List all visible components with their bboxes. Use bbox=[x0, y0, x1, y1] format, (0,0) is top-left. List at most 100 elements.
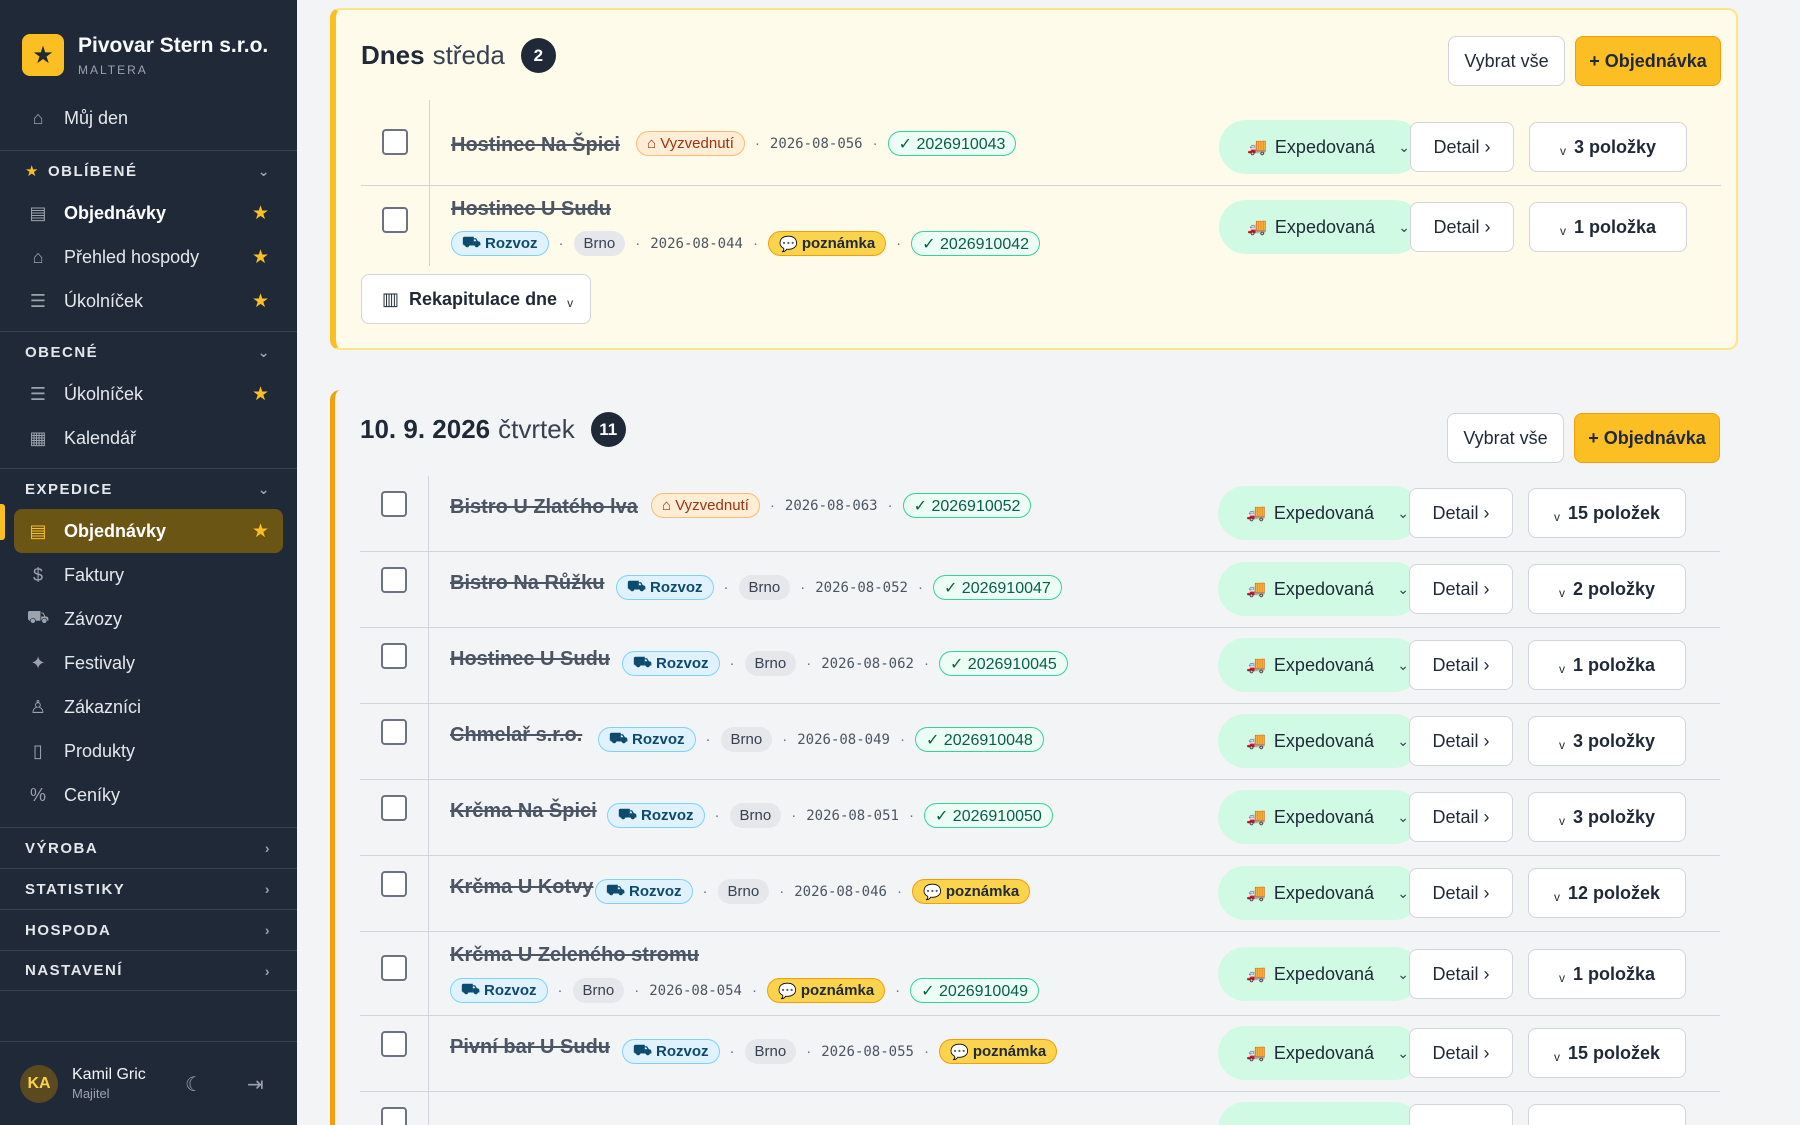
items-toggle[interactable]: v 15 položek bbox=[1528, 488, 1686, 538]
section-statistics[interactable]: STATISTIKY › bbox=[0, 868, 297, 909]
section-settings[interactable]: NASTAVENÍ › bbox=[0, 950, 297, 991]
new-order-button[interactable]: + Objednávka bbox=[1574, 413, 1720, 463]
status-select[interactable]: 🚚 Expedovaná ⌄ bbox=[1219, 120, 1422, 174]
items-toggle[interactable]: v 3 položky bbox=[1528, 792, 1686, 842]
order-checkbox[interactable] bbox=[382, 207, 408, 233]
status-select[interactable]: 🚚 Expedovaná ⌄ bbox=[1218, 562, 1421, 616]
customer-name[interactable]: Hostinec U Sudu bbox=[451, 198, 611, 221]
section-favorites[interactable]: ★ OBLÍBENÉ ⌄ bbox=[0, 150, 297, 191]
order-checkbox[interactable] bbox=[381, 795, 407, 821]
order-checkbox[interactable] bbox=[381, 491, 407, 517]
customer-name[interactable]: Krčma Na Špici bbox=[450, 800, 597, 823]
items-toggle[interactable]: v 2 položky bbox=[1528, 564, 1686, 614]
day-recap-button[interactable]: ▥ Rekapitulace dne v bbox=[361, 274, 591, 324]
note-badge[interactable]: 💬 poznámka bbox=[766, 978, 886, 1003]
status-select[interactable]: 🚚 Expedovaná ⌄ bbox=[1218, 1026, 1421, 1080]
items-toggle[interactable]: v 15 položek bbox=[1528, 1028, 1686, 1078]
customer-name[interactable]: Krčma U Kotvy bbox=[450, 876, 593, 899]
nav-my-day[interactable]: ⌂ Můj den bbox=[14, 96, 283, 140]
note-badge[interactable]: 💬 poznámka bbox=[911, 879, 1031, 904]
order-checkbox[interactable] bbox=[381, 1031, 407, 1057]
invoice-badge[interactable]: ✓ 2026910050 bbox=[923, 803, 1053, 828]
section-general[interactable]: OBECNÉ ⌄ bbox=[0, 331, 297, 372]
items-toggle[interactable]: v 3 položky bbox=[1528, 716, 1686, 766]
order-checkbox[interactable] bbox=[381, 643, 407, 669]
order-checkbox[interactable] bbox=[381, 955, 407, 981]
status-select[interactable] bbox=[1218, 1102, 1421, 1125]
invoice-badge[interactable]: ✓ 2026910043 bbox=[887, 131, 1017, 156]
customer-name[interactable]: Chmelař s.r.o. bbox=[450, 724, 582, 747]
nav-tasks[interactable]: ☰ Úkolníček ★ bbox=[14, 372, 283, 416]
detail-button[interactable]: Detail › bbox=[1410, 202, 1514, 252]
select-all-button[interactable]: Vybrat vše bbox=[1448, 36, 1565, 86]
logout-icon[interactable]: ⇥ bbox=[247, 1072, 264, 1097]
detail-button[interactable]: Detail › bbox=[1409, 488, 1513, 538]
customer-name[interactable]: Bistro U Zlatého lva bbox=[450, 496, 638, 519]
brand[interactable]: ★ Pivovar Stern s.r.o. MALTERA bbox=[0, 0, 297, 88]
avatar[interactable]: KA bbox=[20, 1064, 58, 1103]
invoice-badge[interactable]: ✓ 2026910048 bbox=[914, 727, 1044, 752]
detail-button[interactable]: Detail › bbox=[1409, 1028, 1513, 1078]
items-toggle[interactable]: v 1 položka bbox=[1528, 949, 1686, 999]
invoice-badge[interactable]: ✓ 2026910042 bbox=[911, 231, 1041, 256]
section-pub[interactable]: HOSPODA › bbox=[0, 909, 297, 950]
nav-fav-orders[interactable]: ▤ Objednávky ★ bbox=[14, 191, 283, 235]
detail-button[interactable]: Detail › bbox=[1409, 868, 1513, 918]
note-badge[interactable]: 💬 poznámka bbox=[938, 1039, 1058, 1064]
order-checkbox[interactable] bbox=[382, 129, 408, 155]
items-toggle[interactable]: v 12 položek bbox=[1528, 868, 1686, 918]
nav-festivals[interactable]: ✦ Festivaly bbox=[14, 641, 283, 685]
section-production[interactable]: VÝROBA › bbox=[0, 827, 297, 868]
nav-pricelists[interactable]: % Ceníky bbox=[14, 773, 283, 817]
select-all-button[interactable]: Vybrat vše bbox=[1447, 413, 1564, 463]
invoice-badge[interactable]: ✓ 2026910047 bbox=[932, 575, 1062, 600]
order-checkbox[interactable] bbox=[381, 1107, 407, 1125]
status-select[interactable]: 🚚 Expedovaná ⌄ bbox=[1218, 638, 1421, 692]
detail-button[interactable]: Detail › bbox=[1409, 564, 1513, 614]
items-toggle[interactable] bbox=[1528, 1104, 1686, 1125]
items-toggle[interactable]: v 1 položka bbox=[1528, 640, 1686, 690]
detail-button[interactable] bbox=[1409, 1104, 1513, 1125]
detail-button[interactable]: Detail › bbox=[1409, 949, 1513, 999]
nav-deliveries[interactable]: ⛟ Závozy bbox=[14, 597, 283, 641]
nav-products[interactable]: ▯ Produkty bbox=[14, 729, 283, 773]
status-select[interactable]: 🚚 Expedovaná ⌄ bbox=[1218, 790, 1421, 844]
order-checkbox[interactable] bbox=[381, 871, 407, 897]
detail-button[interactable]: Detail › bbox=[1409, 640, 1513, 690]
status-select[interactable]: 🚚 Expedovaná ⌄ bbox=[1218, 486, 1421, 540]
note-badge[interactable]: 💬 poznámka bbox=[767, 231, 887, 256]
customer-name[interactable]: Krčma U Zeleného stromu bbox=[450, 944, 699, 967]
status-select[interactable]: 🚚 Expedovaná ⌄ bbox=[1218, 714, 1421, 768]
order-checkbox[interactable] bbox=[381, 567, 407, 593]
star-icon[interactable]: ★ bbox=[252, 246, 269, 269]
invoice-badge[interactable]: ✓ 2026910045 bbox=[938, 651, 1068, 676]
nav-orders[interactable]: ▤ Objednávky ★ bbox=[14, 509, 283, 553]
nav-fav-tasks[interactable]: ☰ Úkolníček ★ bbox=[14, 279, 283, 323]
star-icon[interactable]: ★ bbox=[252, 202, 269, 225]
nav-customers[interactable]: ♙ Zákazníci bbox=[14, 685, 283, 729]
detail-button[interactable]: Detail › bbox=[1410, 122, 1514, 172]
invoice-badge[interactable]: ✓ 2026910049 bbox=[910, 978, 1040, 1003]
nav-fav-pub-overview[interactable]: ⌂ Přehled hospody ★ bbox=[14, 235, 283, 279]
status-select[interactable]: 🚚 Expedovaná ⌄ bbox=[1219, 200, 1422, 254]
order-checkbox[interactable] bbox=[381, 719, 407, 745]
detail-button[interactable]: Detail › bbox=[1409, 716, 1513, 766]
star-icon[interactable]: ★ bbox=[252, 520, 269, 543]
moon-icon[interactable]: ☾ bbox=[185, 1072, 203, 1097]
star-icon[interactable]: ★ bbox=[252, 290, 269, 313]
detail-button[interactable]: Detail › bbox=[1409, 792, 1513, 842]
star-icon[interactable]: ★ bbox=[252, 383, 269, 406]
items-toggle[interactable]: v 3 položky bbox=[1529, 122, 1687, 172]
nav-invoices[interactable]: $ Faktury bbox=[14, 553, 283, 597]
nav-calendar[interactable]: ▦ Kalendář bbox=[14, 416, 283, 460]
customer-name[interactable]: Pivní bar U Sudu bbox=[450, 1036, 610, 1059]
customer-name[interactable]: Hostinec Na Špici bbox=[451, 134, 620, 157]
customer-name[interactable]: Bistro Na Růžku bbox=[450, 572, 604, 595]
items-toggle[interactable]: v 1 položka bbox=[1529, 202, 1687, 252]
invoice-badge[interactable]: ✓ 2026910052 bbox=[902, 493, 1032, 518]
section-expedition[interactable]: EXPEDICE ⌄ bbox=[0, 468, 297, 509]
status-select[interactable]: 🚚 Expedovaná ⌄ bbox=[1218, 866, 1421, 920]
customer-name[interactable]: Hostinec U Sudu bbox=[450, 648, 610, 671]
new-order-button[interactable]: + Objednávka bbox=[1575, 36, 1721, 86]
status-select[interactable]: 🚚 Expedovaná ⌄ bbox=[1218, 947, 1421, 1001]
